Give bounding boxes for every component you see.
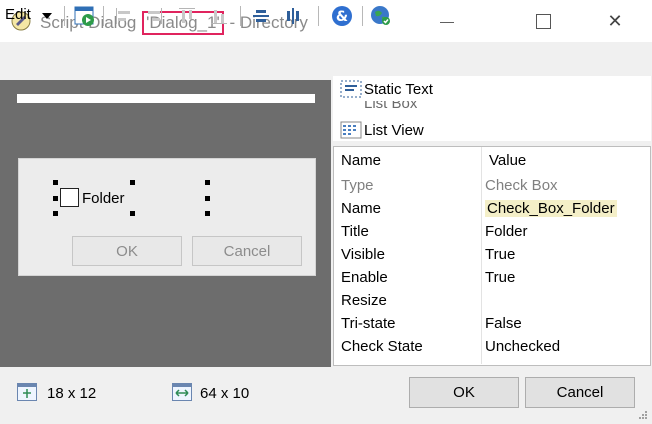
resize-handle[interactable] [205,211,210,216]
resize-handle[interactable] [130,211,135,216]
static-text-icon [340,80,362,98]
maximize-button[interactable] [520,0,566,42]
preview-ok-button[interactable]: OK [72,236,182,266]
edit-menu[interactable]: Edit [5,6,31,23]
size-readout: 64 x 10 [200,385,250,402]
position-icon [17,383,37,401]
property-value[interactable]: True [485,246,515,263]
toolbar [0,42,652,73]
svg-text:&: & [336,9,348,25]
property-name: Title [341,223,369,240]
center-vertical-icon[interactable] [250,5,272,27]
property-value[interactable]: False [485,315,522,332]
property-value-name-field[interactable]: Check_Box_Folder [485,200,617,217]
edit-dropdown-caret-icon[interactable] [42,13,52,19]
align-top-icon[interactable] [176,5,198,27]
property-name: Name [341,200,382,217]
folder-checkbox[interactable] [60,188,79,207]
property-name: Resize [341,292,387,309]
resize-handle[interactable] [53,180,58,185]
resize-handle[interactable] [53,196,58,201]
resize-handle[interactable] [53,211,58,216]
close-button[interactable]: ✕ [592,0,638,42]
control-list-box[interactable]: List Box [340,101,417,113]
property-value[interactable]: True [485,269,515,286]
toolbar-separator [64,6,65,26]
property-value[interactable]: Folder [485,223,528,240]
property-name: Check State [341,338,423,355]
property-value: Check Box [485,177,558,194]
property-header-name: Name [341,152,382,169]
preview-cancel-button[interactable]: Cancel [192,236,302,266]
tab-order-icon[interactable]: & [331,5,353,27]
position-readout: 18 x 12 [47,385,97,402]
center-horizontal-icon[interactable] [282,5,304,27]
maximize-icon [535,13,551,29]
cancel-button[interactable]: Cancel [525,377,635,408]
property-name: Tri-state [341,315,396,332]
align-bottom-icon[interactable] [208,5,230,27]
toolbar-separator [240,6,241,26]
globe-icon[interactable] [370,5,392,27]
toolbar-separator [362,6,363,26]
close-icon: ✕ [607,10,623,31]
resize-handle[interactable] [205,196,210,201]
property-value[interactable]: Unchecked [485,338,560,355]
property-header-value: Value [489,152,527,169]
resize-handle[interactable] [205,180,210,185]
resize-grip-icon[interactable] [638,407,648,419]
size-icon [172,383,192,401]
property-name: Visible [341,246,385,263]
toolbar-separator [318,6,319,26]
control-list-view[interactable]: List View [340,121,424,139]
property-name: Type [341,177,374,194]
folder-checkbox-label[interactable]: Folder [82,190,125,207]
toolbar-separator [103,6,104,26]
ok-button[interactable]: OK [409,377,519,408]
run-dialog-icon[interactable] [74,5,96,27]
property-name: Enable [341,269,388,286]
resize-handle[interactable] [130,180,135,185]
align-right-icon[interactable] [143,5,165,27]
canvas-top-strip [17,94,315,103]
align-left-icon[interactable] [113,5,135,27]
property-column-divider [481,147,482,364]
control-static-text[interactable]: Static Text [340,80,433,98]
minimize-button[interactable]: — [424,0,470,42]
list-view-icon [340,121,362,139]
